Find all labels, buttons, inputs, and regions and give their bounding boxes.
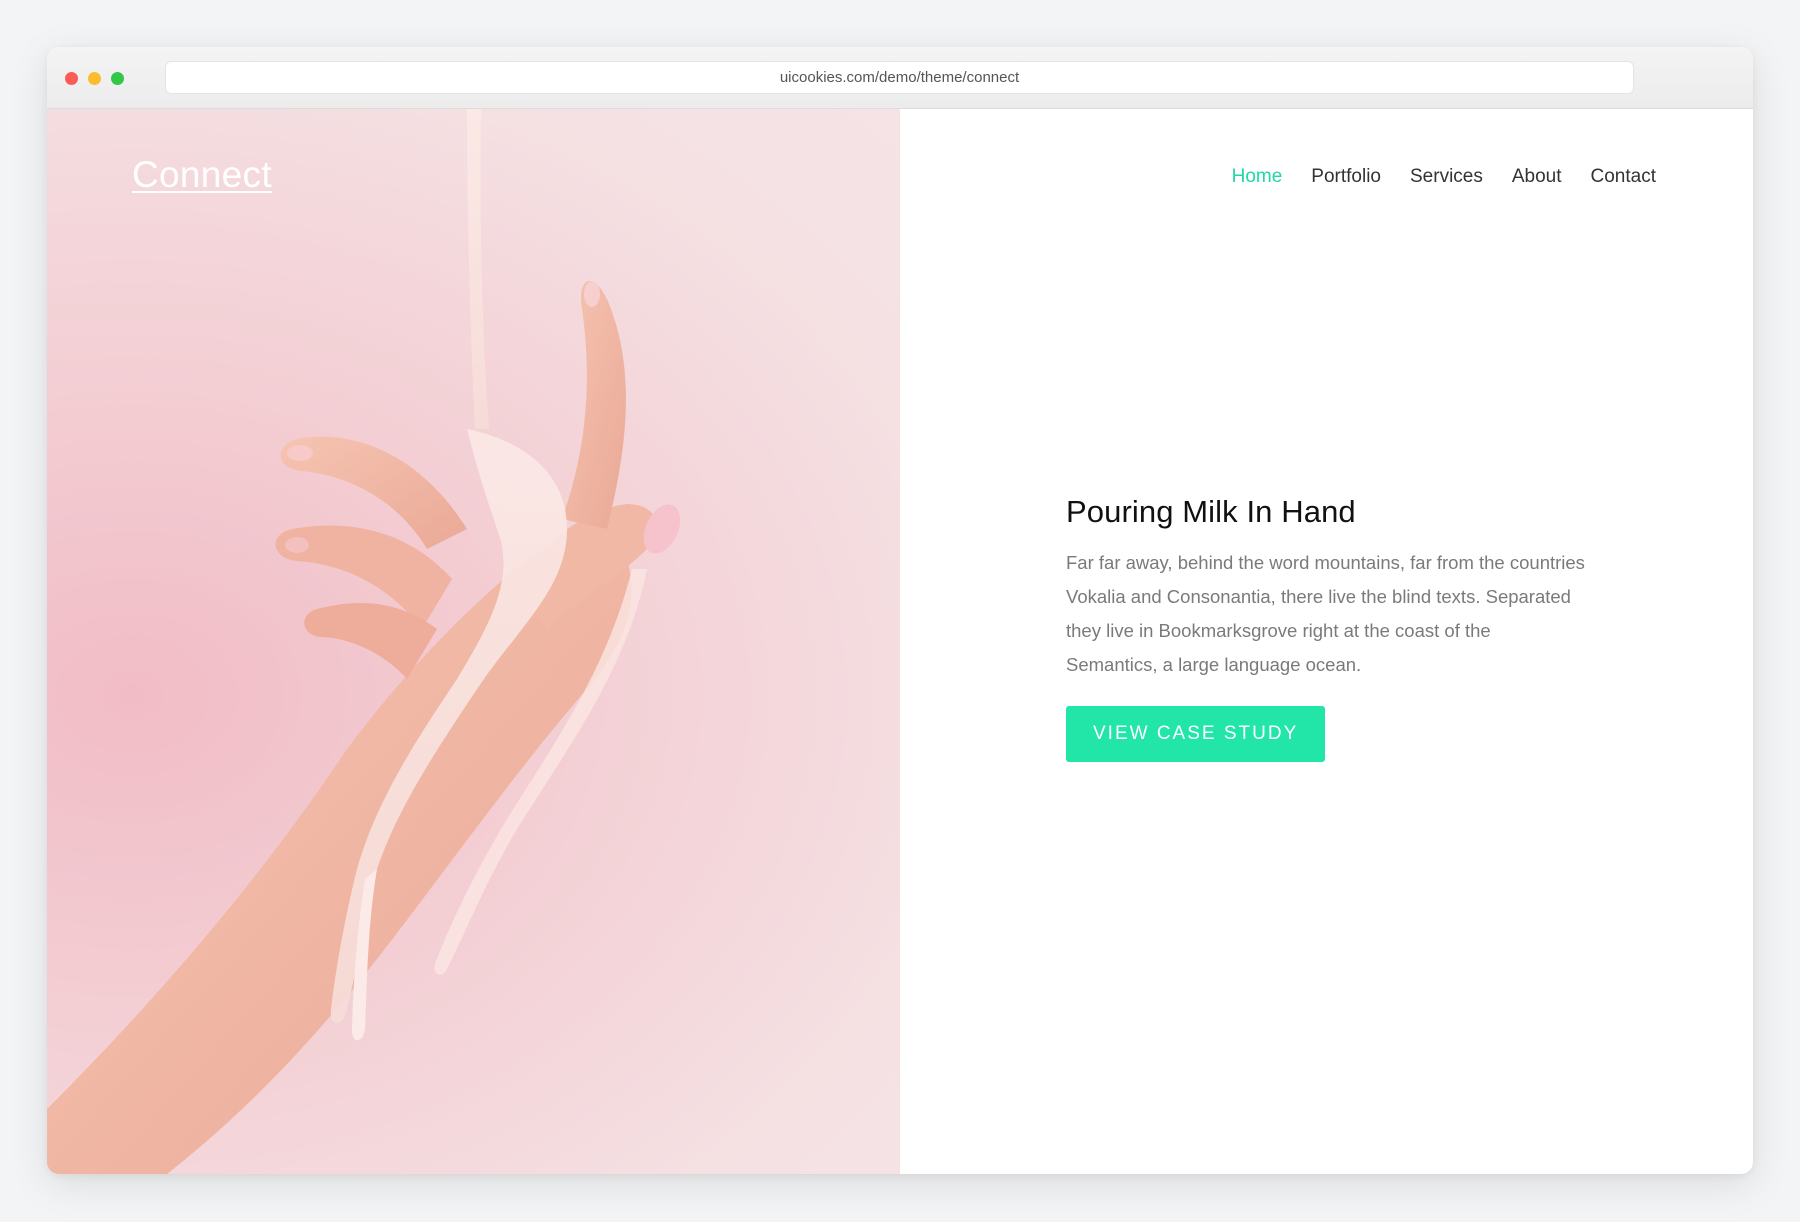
hero-text-block: Pouring Milk In Hand Far far away, behin… bbox=[1066, 494, 1586, 762]
page-content: Connect Home Portfolio Services About Co… bbox=[47, 109, 1753, 1174]
minimize-window-button[interactable] bbox=[88, 72, 101, 85]
nav-home[interactable]: Home bbox=[1232, 166, 1283, 188]
maximize-window-button[interactable] bbox=[111, 72, 124, 85]
main-nav: Home Portfolio Services About Contact bbox=[1232, 166, 1656, 188]
hero-title: Pouring Milk In Hand bbox=[1066, 494, 1356, 529]
hero-description: Far far away, behind the word mountains,… bbox=[1066, 552, 1585, 675]
site-logo[interactable]: Connect bbox=[132, 154, 272, 196]
nav-services[interactable]: Services bbox=[1410, 166, 1483, 188]
nav-portfolio[interactable]: Portfolio bbox=[1311, 166, 1381, 188]
browser-titlebar: uicookies.com/demo/theme/connect bbox=[47, 47, 1753, 109]
view-case-study-button[interactable]: VIEW CASE STUDY bbox=[1066, 706, 1326, 762]
hand-milk-illustration bbox=[47, 109, 681, 1174]
address-bar[interactable]: uicookies.com/demo/theme/connect bbox=[165, 61, 1634, 94]
close-window-button[interactable] bbox=[65, 72, 78, 85]
nav-contact[interactable]: Contact bbox=[1591, 166, 1656, 188]
nav-about[interactable]: About bbox=[1512, 166, 1562, 188]
browser-window: uicookies.com/demo/theme/connect Connect… bbox=[47, 47, 1753, 1174]
hero-image: Connect bbox=[47, 109, 900, 1174]
